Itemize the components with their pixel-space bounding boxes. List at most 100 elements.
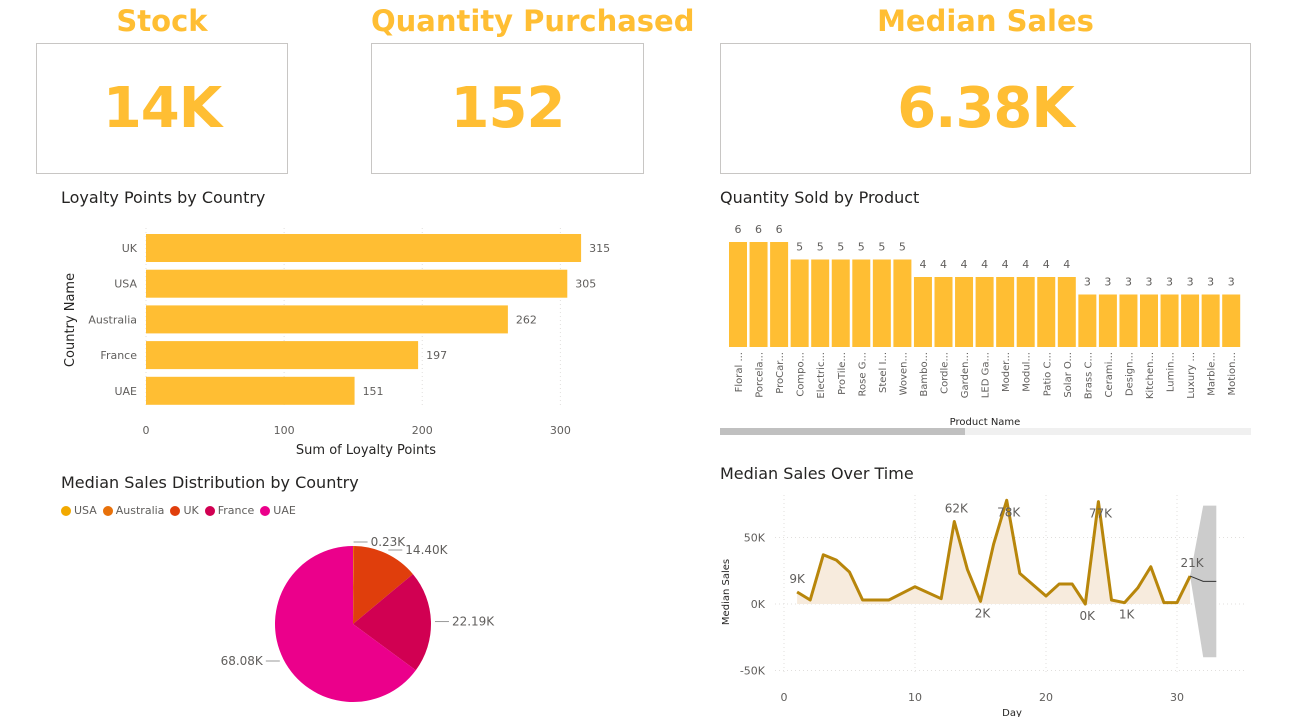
pie-legend-item[interactable]: UK xyxy=(170,504,199,517)
products-scrollbar-thumb[interactable] xyxy=(720,428,965,435)
product-bar[interactable] xyxy=(996,277,1015,347)
loyalty-data-label: 315 xyxy=(589,242,610,255)
time-y-tick: 0K xyxy=(751,598,766,611)
pie-legend: USA Australia UK France UAE xyxy=(61,504,296,517)
product-category-label: Cordle... xyxy=(940,352,951,394)
product-bar[interactable] xyxy=(1222,294,1241,348)
product-bar[interactable] xyxy=(1119,294,1138,348)
product-bar[interactable] xyxy=(790,259,809,348)
product-data-label: 3 xyxy=(1207,276,1214,289)
product-category-label: Steel I... xyxy=(878,352,889,393)
loyalty-x-axis-label: Sum of Loyalty Points xyxy=(296,443,436,458)
legend-dot-icon xyxy=(204,505,215,516)
pie-legend-item[interactable]: USA xyxy=(61,504,97,517)
product-bar[interactable] xyxy=(729,242,747,347)
pie-legend-label: USA xyxy=(74,504,97,517)
product-data-label: 6 xyxy=(735,223,742,236)
time-x-tick: 10 xyxy=(908,691,922,704)
product-category-label: Solar O... xyxy=(1063,352,1074,398)
loyalty-bar[interactable] xyxy=(146,341,419,370)
product-bar[interactable] xyxy=(934,277,953,347)
loyalty-bar[interactable] xyxy=(146,376,355,405)
product-bar[interactable] xyxy=(770,242,789,347)
product-bar[interactable] xyxy=(955,277,974,347)
product-data-label: 4 xyxy=(919,258,926,271)
product-category-label: Electric... xyxy=(816,352,827,399)
product-data-label: 4 xyxy=(940,258,947,271)
product-category-label: Moder... xyxy=(1001,352,1012,392)
product-bar[interactable] xyxy=(1181,294,1200,348)
product-category-label: Marble... xyxy=(1207,352,1218,396)
product-bar[interactable] xyxy=(893,259,912,348)
loyalty-data-label: 262 xyxy=(516,313,537,326)
loyalty-bar[interactable] xyxy=(146,305,508,334)
loyalty-data-label: 197 xyxy=(426,349,447,362)
product-bar[interactable] xyxy=(1057,277,1076,347)
loyalty-category-label: UAE xyxy=(114,385,137,398)
loyalty-bar[interactable] xyxy=(146,234,582,262)
pie-data-label: 14.40K xyxy=(405,543,448,557)
product-bar[interactable] xyxy=(811,259,830,348)
pie-legend-label: UK xyxy=(183,504,199,517)
time-y-axis-label: Median Sales xyxy=(721,559,732,625)
product-data-label: 4 xyxy=(1002,258,1009,271)
pie-chart[interactable]: 0.23K14.40K 22.19K 68.08K xyxy=(200,520,530,717)
loyalty-bar[interactable] xyxy=(146,269,568,298)
loyalty-category-label: Australia xyxy=(88,313,137,326)
products-chart[interactable]: 6 Floral ... 6 Porcela... 6 ProCar... 5 Compo..… xyxy=(720,212,1252,438)
loyalty-category-label: UK xyxy=(122,242,138,255)
legend-dot-icon xyxy=(170,505,181,516)
product-bar[interactable] xyxy=(1037,277,1056,347)
product-bar[interactable] xyxy=(913,277,932,347)
legend-dot-icon xyxy=(260,505,271,516)
pie-legend-label: Australia xyxy=(115,504,165,517)
product-bar[interactable] xyxy=(852,259,871,348)
quantity-purchased-card[interactable]: 152 xyxy=(371,43,644,174)
loyalty-data-label: 305 xyxy=(575,278,596,291)
stock-card[interactable]: 14K xyxy=(36,43,288,174)
pie-legend-item[interactable]: UAE xyxy=(260,504,296,517)
product-category-label: Compo... xyxy=(796,352,807,397)
product-data-label: 5 xyxy=(796,241,803,254)
loyalty-x-tick: 300 xyxy=(550,424,571,437)
product-data-label: 5 xyxy=(899,241,906,254)
product-data-label: 5 xyxy=(817,241,824,254)
product-bar[interactable] xyxy=(1078,294,1097,348)
product-bar[interactable] xyxy=(1160,294,1179,348)
stock-value: 14K xyxy=(102,76,222,141)
product-bar[interactable] xyxy=(1016,277,1035,347)
product-category-label: ProTile... xyxy=(837,352,848,395)
median-sales-value: 6.38K xyxy=(897,76,1075,141)
product-category-label: Patio C... xyxy=(1042,352,1053,396)
loyalty-chart[interactable]: 0 100 200 300 UK 315 USA 305 Australia 262 France 1… xyxy=(55,225,615,465)
product-bar[interactable] xyxy=(1098,294,1117,348)
product-category-label: Woven... xyxy=(898,352,909,395)
time-y-tick: 50K xyxy=(744,532,766,545)
product-bar[interactable] xyxy=(1140,294,1158,348)
time-data-label: 0K xyxy=(1080,609,1097,623)
product-data-label: 5 xyxy=(858,241,865,254)
pie-legend-item[interactable]: France xyxy=(204,504,254,517)
product-data-label: 3 xyxy=(1228,276,1235,289)
loyalty-x-tick: 200 xyxy=(412,424,433,437)
time-data-label: 62K xyxy=(945,502,969,516)
product-data-label: 6 xyxy=(755,223,762,236)
product-category-label: Porcela... xyxy=(755,352,766,398)
pie-legend-item[interactable]: Australia xyxy=(102,504,165,517)
product-data-label: 4 xyxy=(981,258,988,271)
product-bar[interactable] xyxy=(1201,294,1220,348)
product-bar[interactable] xyxy=(872,259,891,348)
pie-legend-label: UAE xyxy=(273,504,296,517)
product-bar[interactable] xyxy=(975,277,994,347)
product-category-label: Kitchen... xyxy=(1145,352,1156,399)
legend-dot-icon xyxy=(102,505,113,516)
product-bar[interactable] xyxy=(749,242,768,347)
time-chart[interactable]: -50K 0K 50K 0 10 20 30 9K 62K 2K 78K 0K 77K 1K 21K Day M… xyxy=(715,490,1255,717)
product-category-label: LED Ga... xyxy=(981,352,992,398)
median-sales-title: Median Sales xyxy=(877,4,1094,38)
median-sales-card[interactable]: 6.38K xyxy=(720,43,1251,174)
product-bar[interactable] xyxy=(831,259,850,348)
product-data-label: 3 xyxy=(1146,276,1153,289)
time-x-tick: 0 xyxy=(781,691,788,704)
stock-title: Stock xyxy=(116,4,208,38)
